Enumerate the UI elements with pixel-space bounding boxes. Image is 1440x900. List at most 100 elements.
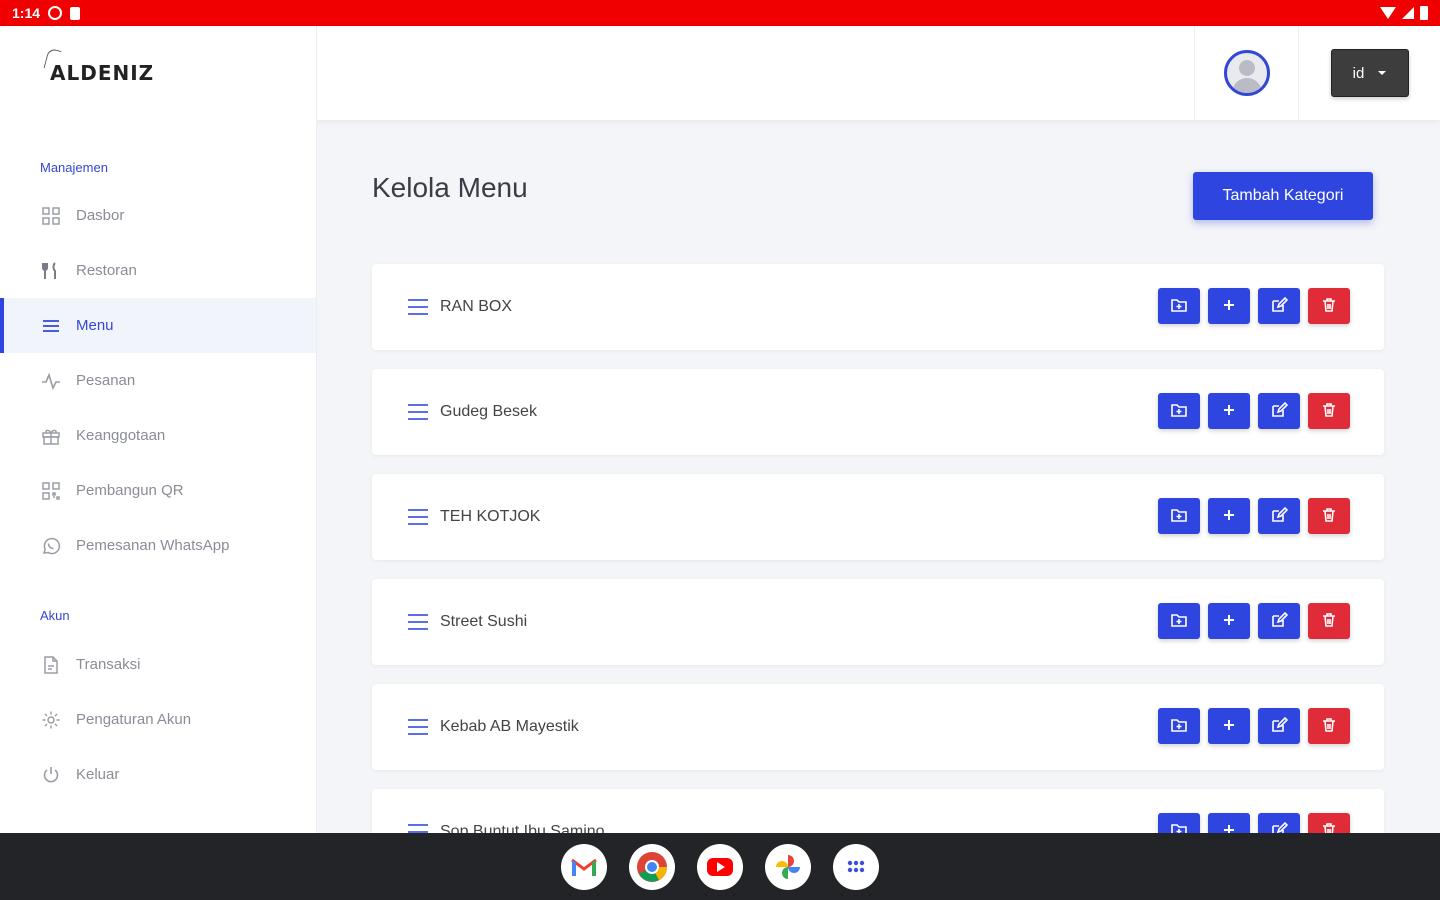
- sidebar-item-label: Keluar: [76, 766, 120, 783]
- edit-category-button[interactable]: [1258, 393, 1300, 429]
- app-logo[interactable]: ALDENIZ: [50, 61, 154, 85]
- sidebar-item-label: Pengaturan Akun: [76, 711, 192, 728]
- sidebar-item-label: Transaksi: [76, 656, 141, 673]
- sidebar-item-keluar[interactable]: Keluar: [0, 747, 316, 802]
- category-card: RAN BOX: [372, 264, 1384, 350]
- category-actions: [1158, 498, 1350, 534]
- open-folder-button[interactable]: [1158, 393, 1200, 429]
- sidebar-item-transaksi[interactable]: Transaksi: [0, 637, 316, 692]
- category-card: Gudeg Besek: [372, 369, 1384, 455]
- add-item-button[interactable]: [1208, 288, 1250, 324]
- sidebar-item-pesanan[interactable]: Pesanan: [0, 353, 316, 408]
- language-dropdown[interactable]: id: [1330, 49, 1409, 97]
- edit-category-button[interactable]: [1258, 708, 1300, 744]
- photos-icon[interactable]: [765, 843, 811, 890]
- plus-icon: [1220, 296, 1238, 317]
- add-item-button[interactable]: [1208, 813, 1250, 833]
- add-item-button[interactable]: [1208, 708, 1250, 744]
- plus-icon: [1220, 716, 1238, 737]
- delete-category-button[interactable]: [1308, 708, 1350, 744]
- sidebar-item-label: Menu: [76, 317, 114, 334]
- sidebar-item-pengaturan-akun[interactable]: Pengaturan Akun: [0, 692, 316, 747]
- edit-category-button[interactable]: [1258, 813, 1300, 833]
- power-icon: [40, 764, 62, 786]
- sidebar-item-menu[interactable]: Menu: [0, 298, 316, 353]
- gift-icon: [40, 425, 62, 447]
- chrome-icon[interactable]: [629, 843, 675, 890]
- open-folder-button[interactable]: [1158, 708, 1200, 744]
- add-item-button[interactable]: [1208, 498, 1250, 534]
- category-actions: [1158, 813, 1350, 833]
- sidebar: Manajemen Dasbor Restoran Menu Pesanan K…: [0, 120, 317, 833]
- sidebar-item-keanggotaan[interactable]: Keanggotaan: [0, 408, 316, 463]
- edit-icon: [1270, 716, 1289, 737]
- category-name: Street Sushi: [440, 613, 528, 630]
- edit-category-button[interactable]: [1258, 288, 1300, 324]
- signal-icon: [1402, 7, 1414, 19]
- folder-icon: [1170, 821, 1188, 833]
- app-drawer-icon[interactable]: [833, 843, 879, 890]
- edit-icon: [1270, 296, 1289, 317]
- edit-icon: [1270, 821, 1289, 833]
- add-item-button[interactable]: [1208, 603, 1250, 639]
- drag-handle-icon[interactable]: [408, 614, 428, 630]
- category-name: TEH KOTJOK: [440, 508, 541, 525]
- wifi-icon: [1380, 7, 1396, 19]
- category-card: Sop Buntut Ibu Samino: [372, 789, 1384, 833]
- sidebar-item-label: Restoran: [76, 262, 137, 279]
- youtube-icon[interactable]: [697, 843, 743, 890]
- sidebar-item-pembangun-qr[interactable]: Pembangun QR: [0, 463, 316, 518]
- edit-category-button[interactable]: [1258, 603, 1300, 639]
- drag-handle-icon[interactable]: [408, 509, 428, 525]
- open-folder-button[interactable]: [1158, 498, 1200, 534]
- sidebar-item-label: Keanggotaan: [76, 427, 166, 444]
- category-list: RAN BOX Gudeg Besek TEH KOTJOK Street Sushi…: [317, 120, 1440, 833]
- category-actions: [1158, 288, 1350, 324]
- trash-icon: [1320, 296, 1338, 317]
- activity-icon: [40, 370, 62, 392]
- taskbar: [0, 833, 1440, 900]
- dashboard-icon: [40, 205, 62, 227]
- open-folder-button[interactable]: [1158, 603, 1200, 639]
- sidebar-item-label: Dasbor: [76, 207, 125, 224]
- delete-category-button[interactable]: [1308, 603, 1350, 639]
- folder-icon: [1170, 296, 1188, 317]
- drag-handle-icon[interactable]: [408, 404, 428, 420]
- category-card: Street Sushi: [372, 579, 1384, 665]
- trash-icon: [1320, 611, 1338, 632]
- list-icon: [40, 315, 62, 337]
- delete-category-button[interactable]: [1308, 498, 1350, 534]
- edit-icon: [1270, 611, 1289, 632]
- category-name: Gudeg Besek: [440, 403, 537, 420]
- whatsapp-icon: [40, 535, 62, 557]
- open-folder-button[interactable]: [1158, 288, 1200, 324]
- sidebar-item-dasbor[interactable]: Dasbor: [0, 188, 316, 243]
- add-item-button[interactable]: [1208, 393, 1250, 429]
- top-header: ALDENIZ id: [0, 26, 1440, 120]
- trash-icon: [1320, 821, 1338, 833]
- drag-handle-icon[interactable]: [408, 719, 428, 735]
- category-actions: [1158, 603, 1350, 639]
- category-name: Kebab AB Mayestik: [440, 718, 579, 735]
- section-label-manajemen: Manajemen: [40, 160, 108, 175]
- utensils-icon: [40, 260, 62, 282]
- user-avatar[interactable]: [1223, 50, 1270, 96]
- folder-icon: [1170, 401, 1188, 422]
- folder-icon: [1170, 506, 1188, 527]
- drag-handle-icon[interactable]: [408, 824, 428, 833]
- drag-handle-icon[interactable]: [408, 299, 428, 315]
- edit-category-button[interactable]: [1258, 498, 1300, 534]
- delete-category-button[interactable]: [1308, 813, 1350, 833]
- gmail-icon[interactable]: [561, 843, 607, 890]
- delete-category-button[interactable]: [1308, 393, 1350, 429]
- edit-icon: [1270, 401, 1289, 422]
- sidebar-item-label: Pemesanan WhatsApp: [76, 537, 230, 554]
- category-actions: [1158, 393, 1350, 429]
- delete-category-button[interactable]: [1308, 288, 1350, 324]
- folder-icon: [1170, 611, 1188, 632]
- trash-icon: [1320, 506, 1338, 527]
- chevron-down-icon: [1378, 71, 1387, 75]
- open-folder-button[interactable]: [1158, 813, 1200, 833]
- sidebar-item-pemesanan-whatsapp[interactable]: Pemesanan WhatsApp: [0, 518, 316, 573]
- sidebar-item-restoran[interactable]: Restoran: [0, 243, 316, 298]
